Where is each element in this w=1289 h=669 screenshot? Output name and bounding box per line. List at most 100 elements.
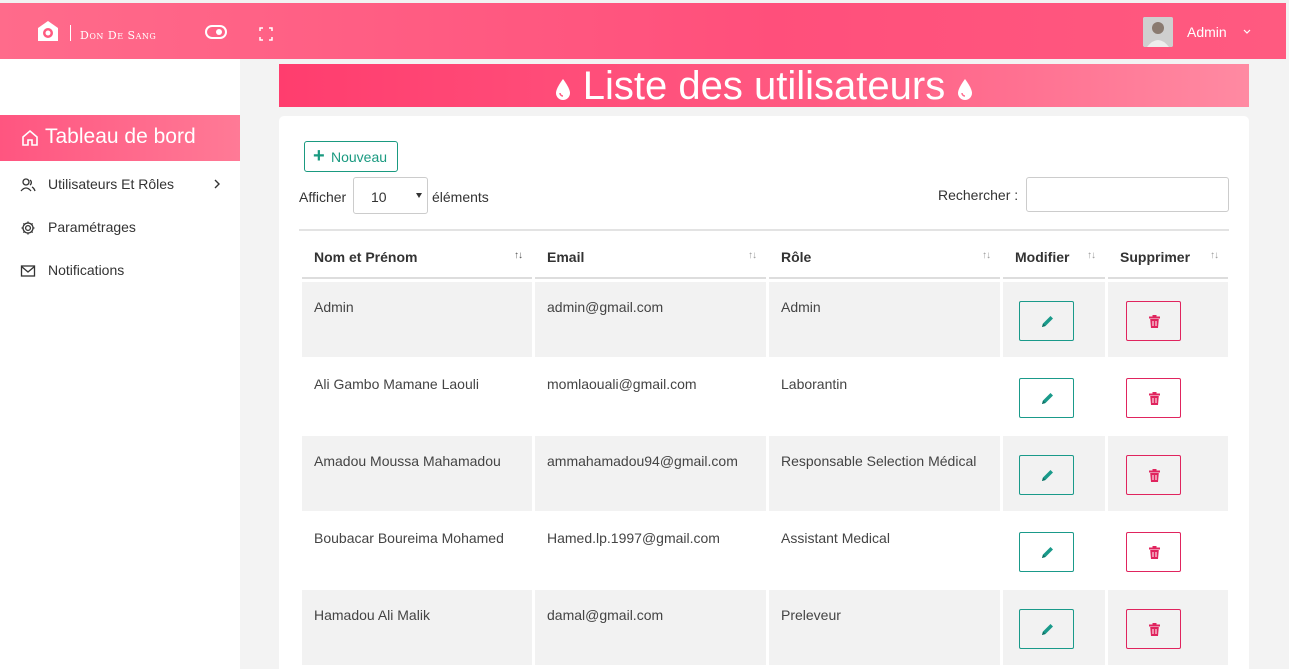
pencil-icon [1042,624,1053,635]
delete-button[interactable] [1126,378,1181,418]
cell-role: Laborantin [769,359,1000,434]
cell-role: Assistant Medical [769,513,1000,588]
column-header-label: Nom et Prénom [314,249,418,265]
user-menu-label[interactable]: Admin [1187,24,1227,40]
cell-text: Ali Gambo Mamane Laouli [314,376,479,392]
table-row: Boubacar Boureima Mohamed Hamed.lp.1997@g… [300,511,1230,588]
new-user-button-label: Nouveau [331,149,388,165]
delete-button[interactable] [1126,609,1181,649]
page-size-select[interactable]: 10 [353,177,428,214]
entries-label: éléments [432,189,489,205]
cell-email: ammahamadou94@gmail.com [535,436,766,511]
sidebar-item-settings[interactable]: Paramétrages [0,213,240,243]
cell-name: Boubacar Boureima Mohamed [302,513,532,588]
cell-edit [1003,590,1105,665]
table-row: Admin admin@gmail.com Admin [300,280,1230,357]
sidebar-item-dashboard[interactable]: Tableau de bord [0,115,240,161]
cell-text: Admin [314,299,354,315]
trash-icon [1149,392,1160,405]
sidebar: Tableau de bord Utilisateurs Et Rôles Pa… [0,59,240,669]
plus-icon: + [313,145,325,167]
cell-name: Hamadou Ali Malik [302,590,532,665]
delete-button[interactable] [1126,301,1181,341]
sort-icon: ↑↓ [982,250,991,261]
cell-name: Amadou Moussa Mahamadou [302,436,532,511]
trash-icon [1149,469,1160,482]
cell-text: Responsable Selection Médical [781,453,977,469]
edit-button[interactable] [1019,609,1074,649]
column-header-name[interactable]: Nom et Prénom ↑↓ [302,233,532,279]
cell-edit [1003,513,1105,588]
cell-delete [1108,436,1228,511]
column-header-delete[interactable]: Supprimer ↑↓ [1108,233,1228,279]
column-header-email[interactable]: Email ↑↓ [535,233,766,279]
sidebar-toggle-icon[interactable] [205,25,227,39]
cell-text: Assistant Medical [781,530,890,546]
logo-icon [38,21,58,41]
sidebar-item-label: Paramétrages [48,219,136,235]
cell-delete [1108,590,1228,665]
edit-button[interactable] [1019,455,1074,495]
show-entries-label: Afficher [299,189,347,205]
sidebar-item-label: Notifications [48,262,125,278]
cell-text: ammahamadou94@gmail.com [547,453,738,469]
fullscreen-icon[interactable] [259,27,273,41]
cell-text: damal@gmail.com [547,607,664,623]
chevron-down-icon[interactable] [1243,28,1251,36]
blood-drop-icon [555,79,570,100]
new-user-button[interactable]: + Nouveau [304,141,398,172]
column-header-label: Rôle [781,249,812,265]
top-navbar: Don De Sang Admin [0,3,1286,59]
cell-email: damal@gmail.com [535,590,766,665]
cell-text: Admin [781,299,821,315]
cell-text: Hamed.lp.1997@gmail.com [547,530,720,546]
pencil-icon [1042,316,1053,327]
column-header-label: Supprimer [1120,249,1191,265]
caret-down-icon [416,193,422,198]
users-card: + Nouveau Afficher 10 éléments Recherche… [279,116,1249,669]
home-icon [22,129,38,146]
edit-button[interactable] [1019,378,1074,418]
cell-role: Admin [769,282,1000,357]
sidebar-item-notifications[interactable]: Notifications [0,256,240,286]
page-title-text: Liste des utilisateurs [582,64,946,108]
search-label: Rechercher : [938,187,1019,203]
cell-edit [1003,359,1105,434]
avatar[interactable] [1143,17,1173,47]
cell-text: Preleveur [781,607,841,623]
sort-icon: ↑↓ [1087,250,1096,261]
sort-icon: ↑↓ [514,250,523,261]
sidebar-item-users-roles[interactable]: Utilisateurs Et Rôles [0,170,240,200]
cell-name: Admin [302,282,532,357]
edit-button[interactable] [1019,301,1074,341]
table-row: Amadou Moussa Mahamadou ammahamadou94@gma… [300,434,1230,511]
cell-edit [1003,436,1105,511]
cell-delete [1108,513,1228,588]
brand-name: Don De Sang [80,29,157,42]
sidebar-item-label: Tableau de bord [45,125,196,148]
cell-role: Responsable Selection Médical [769,436,1000,511]
table-row: Hamadou Ali Malik damal@gmail.com Preleveu… [300,588,1230,665]
edit-button[interactable] [1019,532,1074,572]
search-input[interactable] [1026,177,1229,212]
mail-icon [20,265,36,277]
cell-delete [1108,359,1228,434]
column-header-role[interactable]: Rôle ↑↓ [769,233,1000,279]
sidebar-item-label: Utilisateurs Et Rôles [48,176,175,192]
trash-icon [1149,623,1160,636]
cell-text: Amadou Moussa Mahamadou [314,453,501,469]
trash-icon [1149,315,1160,328]
sort-icon: ↑↓ [748,250,757,261]
delete-button[interactable] [1126,455,1181,495]
blood-drop-icon [958,79,973,100]
cell-text: Laborantin [781,376,848,392]
column-header-label: Modifier [1015,249,1070,265]
pencil-icon [1042,547,1053,558]
page-title: Liste des utilisateurs [279,64,1249,108]
delete-button[interactable] [1126,532,1181,572]
cell-text: admin@gmail.com [547,299,664,315]
table-header: Nom et Prénom ↑↓ Email ↑↓ Rôle ↑↓ Modifi… [300,230,1230,280]
trash-icon [1149,546,1160,559]
column-header-edit[interactable]: Modifier ↑↓ [1003,233,1105,279]
pencil-icon [1042,393,1053,404]
